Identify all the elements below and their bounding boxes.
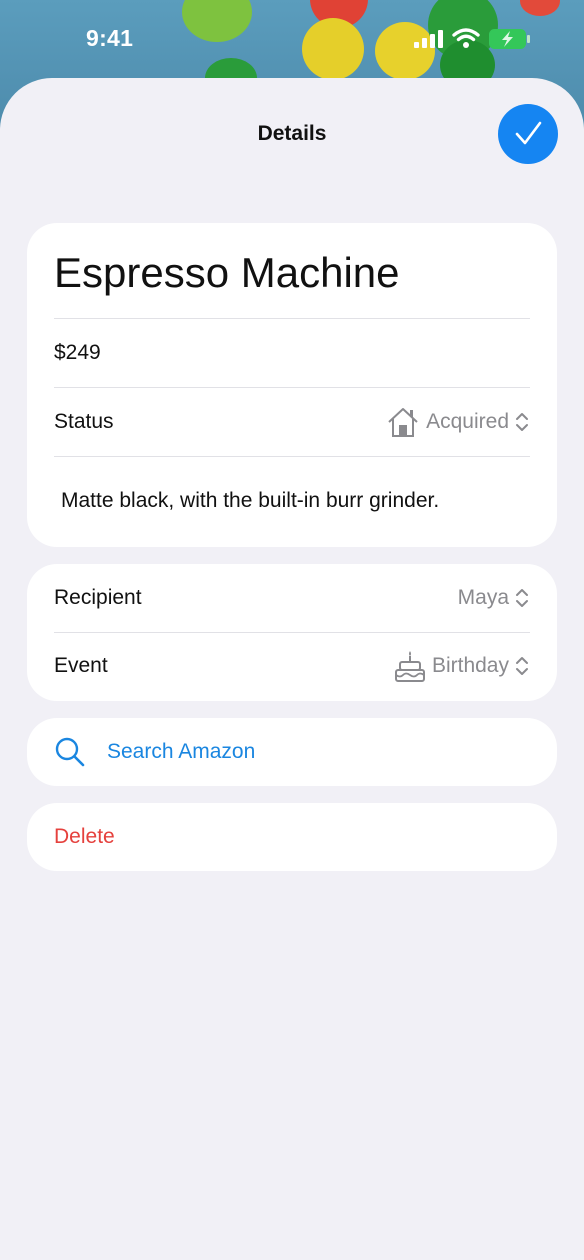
event-value: Birthday	[431, 654, 509, 677]
recipient-row[interactable]: Recipient Maya	[27, 564, 557, 632]
recipient-picker[interactable]: Maya	[458, 586, 529, 610]
search-amazon-label: Search Amazon	[107, 740, 256, 763]
chevron-up-down-icon	[516, 657, 528, 675]
divider	[54, 456, 530, 457]
wifi-icon	[452, 28, 480, 48]
checkmark-icon	[515, 121, 542, 145]
sheet-title: Details	[257, 122, 327, 145]
status-bar: 9:41	[0, 0, 584, 78]
details-sheet: Details Espresso Machine $249 Status Acq…	[0, 78, 584, 1260]
event-picker[interactable]: Birthday	[394, 649, 529, 683]
recipient-event-card: Recipient Maya Event Birthday	[27, 564, 557, 701]
event-label: Event	[54, 654, 108, 677]
status-value: Acquired	[426, 410, 509, 433]
done-button[interactable]	[498, 104, 558, 164]
status-row[interactable]: Status Acquired	[27, 388, 557, 456]
cellular-signal-icon	[414, 30, 443, 48]
battery-charging-icon	[489, 29, 530, 49]
recipient-label: Recipient	[54, 586, 142, 609]
chevron-up-down-icon	[516, 589, 528, 607]
status-label: Status	[54, 410, 114, 433]
price-field[interactable]: $249	[54, 341, 101, 365]
recipient-value: Maya	[457, 586, 509, 609]
search-amazon-button[interactable]: Search Amazon	[27, 718, 557, 786]
item-name-field[interactable]: Espresso Machine	[54, 249, 400, 297]
divider	[54, 318, 530, 319]
status-time: 9:41	[86, 25, 134, 51]
notes-field[interactable]: Matte black, with the built-in burr grin…	[61, 489, 439, 513]
delete-button[interactable]: Delete	[27, 803, 557, 871]
event-row[interactable]: Event Birthday	[27, 633, 557, 701]
house-icon	[388, 408, 418, 437]
item-card: Espresso Machine $249 Status Acquired Ma…	[27, 223, 557, 547]
chevron-up-down-icon	[516, 413, 528, 431]
delete-label: Delete	[54, 825, 115, 848]
search-icon	[55, 737, 85, 767]
birthday-cake-icon	[394, 651, 425, 682]
status-picker[interactable]: Acquired	[386, 406, 529, 438]
